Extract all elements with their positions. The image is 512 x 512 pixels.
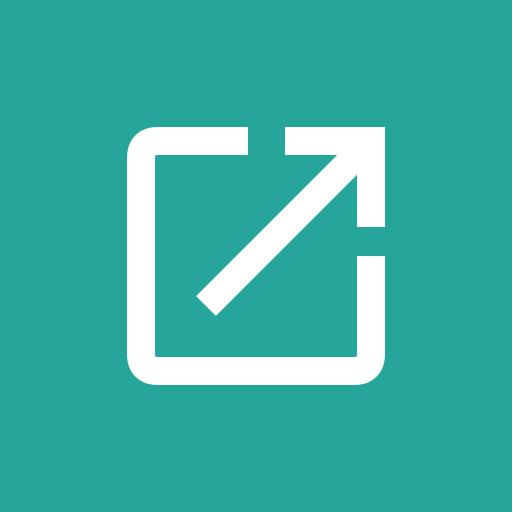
app-icon-tile[interactable] <box>0 0 512 512</box>
open-in-new-icon <box>0 0 512 512</box>
